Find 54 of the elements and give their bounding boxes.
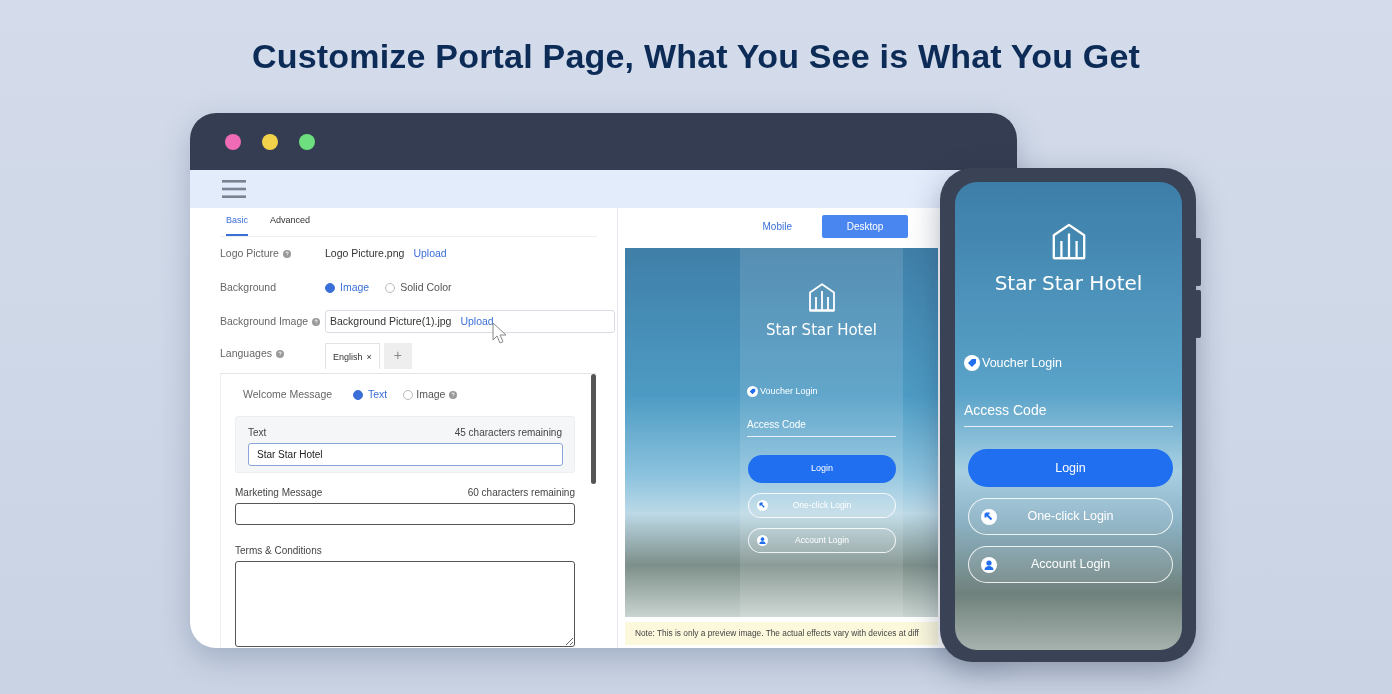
settings-tab[interactable]: Basic <box>226 212 248 236</box>
close-icon[interactable]: × <box>366 351 372 365</box>
field-label: Background Image <box>220 313 309 329</box>
login-button[interactable]: Login <box>968 449 1173 487</box>
window-control-dot[interactable] <box>225 133 241 150</box>
scrollbar-thumb[interactable] <box>591 373 596 484</box>
tag-icon <box>747 385 758 397</box>
character-counter: 45 characters remaining <box>454 425 562 440</box>
settings-tab[interactable]: Advanced <box>270 212 311 236</box>
headline: Customize Portal Page, What You See is What You Get <box>250 36 1142 77</box>
radio-option[interactable]: Image <box>325 279 370 296</box>
upload-link[interactable]: Upload <box>460 313 494 330</box>
cursor-icon <box>492 322 506 344</box>
help-icon <box>275 349 284 358</box>
help-icon <box>312 317 321 326</box>
login-option-button[interactable]: Account Login <box>968 546 1173 583</box>
radio-option[interactable]: Solid Color <box>385 279 452 296</box>
menu-icon <box>222 180 246 198</box>
arrow-icon <box>757 500 768 511</box>
window-control-dot[interactable] <box>262 133 278 150</box>
help-icon <box>449 390 458 399</box>
view-mode-toggle[interactable]: Desktop <box>822 214 908 238</box>
preview-note: Note: This is only a preview image. The actual effects vary with devices at diff <box>625 622 938 645</box>
field-label: Marketing Message <box>235 485 323 500</box>
tag-icon <box>964 355 980 371</box>
voucher-login-link[interactable]: Voucher Login <box>747 384 818 398</box>
upload-link[interactable]: Upload <box>413 245 447 262</box>
field-label: Terms & Conditions <box>235 543 323 558</box>
view-mode-toggle[interactable]: Mobile <box>762 218 792 234</box>
input-field[interactable] <box>235 502 575 525</box>
building-icon <box>806 282 837 312</box>
hotel-name: Star Star Hotel <box>993 270 1144 296</box>
window-control-dot[interactable] <box>299 133 315 150</box>
input-field[interactable]: Star Star Hotel <box>248 442 563 466</box>
radio-option[interactable]: Text <box>353 386 388 403</box>
radio-option[interactable]: Image <box>403 386 458 403</box>
help-icon <box>282 249 291 258</box>
add-language-button[interactable]: + <box>383 342 412 369</box>
field-label: Logo Picture <box>220 245 279 261</box>
field-label: Background <box>220 279 277 295</box>
field-label: Languages <box>220 345 272 361</box>
person-icon <box>981 556 997 573</box>
file-name: Background Picture(1).jpg <box>330 313 452 329</box>
voucher-login-link[interactable]: Voucher Login <box>964 354 1062 372</box>
file-name: Logo Picture.png <box>325 245 405 261</box>
field-label: Welcome Message <box>243 386 334 402</box>
text-area[interactable] <box>235 560 575 647</box>
hotel-name: Star Star Hotel <box>765 320 878 340</box>
person-icon <box>757 535 768 546</box>
language-tab[interactable]: English × <box>325 343 380 369</box>
login-button[interactable]: Login <box>748 455 896 483</box>
character-counter: 60 characters remaining <box>467 485 575 500</box>
language-name: English <box>333 351 363 364</box>
field-label: Text <box>248 425 267 440</box>
